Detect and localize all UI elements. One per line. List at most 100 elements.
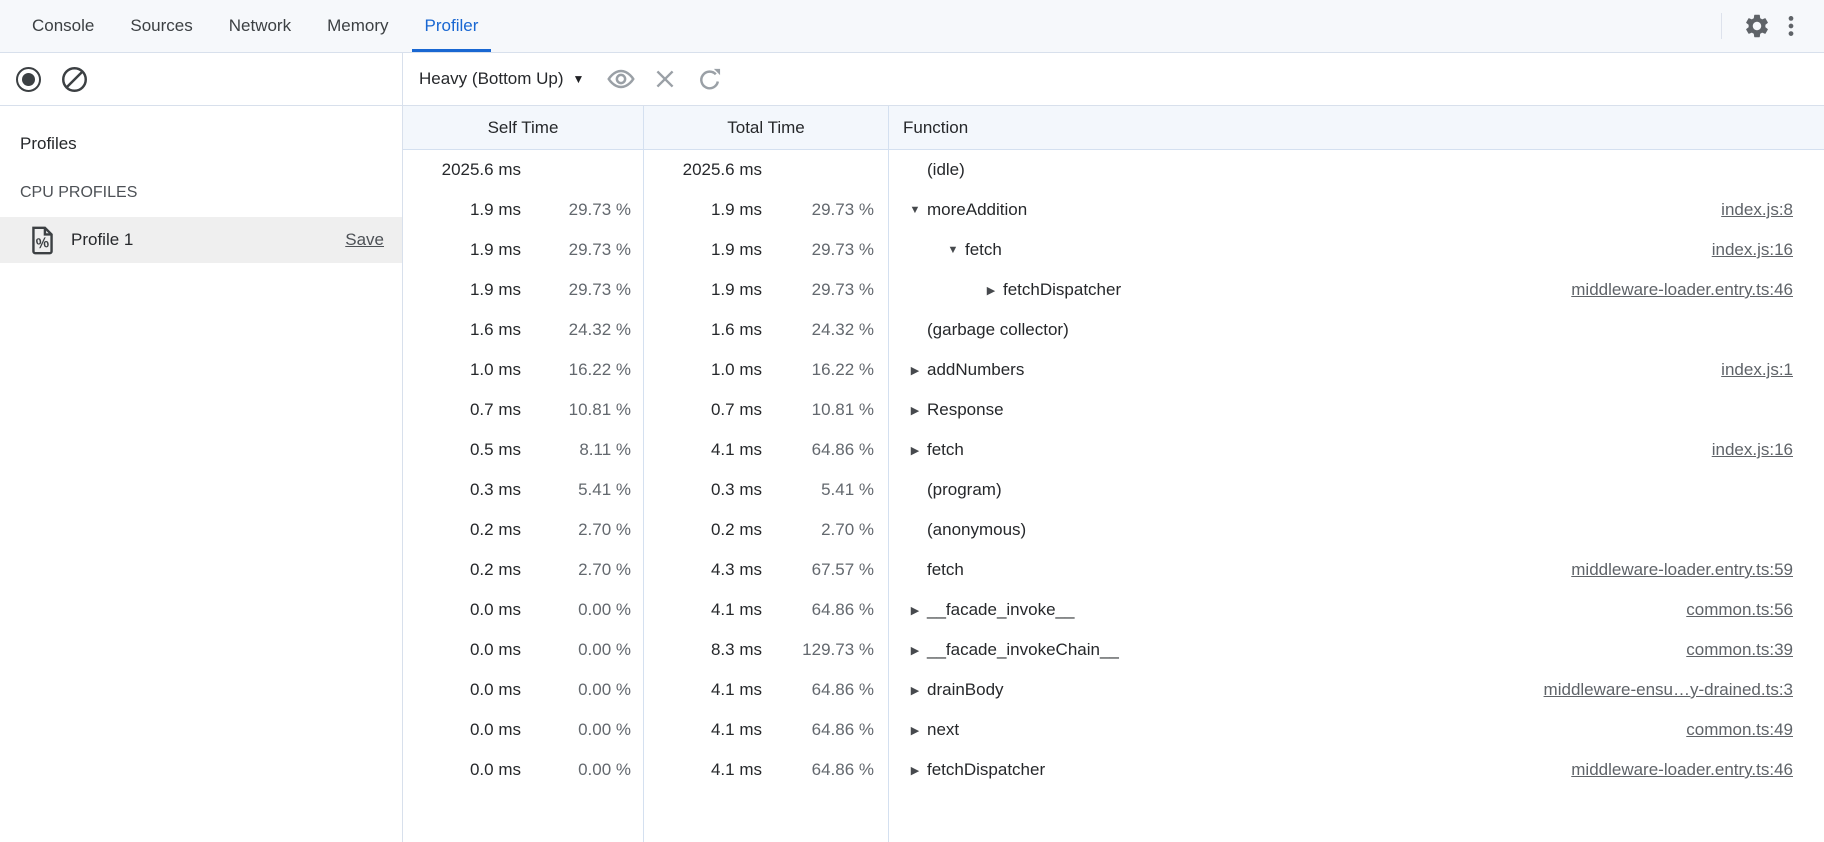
expand-arrow-icon[interactable]: ▶ — [903, 724, 927, 737]
function-cell: ▶ __facade_invoke__ common.ts:56 — [889, 590, 1824, 630]
settings-button[interactable] — [1740, 9, 1774, 43]
total-time-pct: 64.86 % — [762, 760, 888, 780]
self-time-ms: 1.9 ms — [403, 280, 521, 300]
table-row[interactable]: 0.0 ms 0.00 % 8.3 ms 129.73 % ▶ __facade… — [403, 630, 1824, 670]
self-time-cell: 0.7 ms 10.81 % — [403, 390, 644, 430]
table-row[interactable]: 0.2 ms 2.70 % 0.2 ms 2.70 % (anonymous) — [403, 510, 1824, 550]
tab-sources[interactable]: Sources — [112, 0, 210, 52]
clear-profiles-button[interactable] — [57, 62, 91, 96]
total-time-ms: 4.1 ms — [644, 760, 762, 780]
source-link[interactable]: common.ts:39 — [1666, 640, 1824, 660]
total-time-ms: 2025.6 ms — [644, 160, 762, 180]
column-header-self-time[interactable]: Self Time — [403, 106, 644, 149]
function-cell: ▶ Response — [889, 390, 1824, 430]
total-time-cell: 1.6 ms 24.32 % — [644, 310, 889, 350]
expand-arrow-icon[interactable]: ▶ — [903, 404, 927, 417]
tab-profiler[interactable]: Profiler — [407, 0, 497, 52]
restore-nodes-button[interactable] — [692, 62, 726, 96]
record-button[interactable] — [16, 67, 41, 92]
table-row[interactable]: 1.9 ms 29.73 % 1.9 ms 29.73 % ▼ fetch in… — [403, 230, 1824, 270]
expand-arrow-icon[interactable]: ▶ — [903, 644, 927, 657]
focus-selected-button[interactable] — [604, 62, 638, 96]
function-name: __facade_invoke__ — [927, 600, 1074, 620]
column-header-function[interactable]: Function — [889, 106, 1824, 149]
expand-arrow-icon[interactable]: ▶ — [903, 764, 927, 777]
profiles-sidebar: Profiles CPU PROFILES % Profile 1 Save — [0, 106, 403, 842]
table-row[interactable]: 0.0 ms 0.00 % 4.1 ms 64.86 % ▶ next comm… — [403, 710, 1824, 750]
sidebar-item-profile-1[interactable]: % Profile 1 Save — [0, 217, 402, 263]
source-link[interactable]: index.js:8 — [1701, 200, 1824, 220]
table-row[interactable]: 0.2 ms 2.70 % 4.3 ms 67.57 % fetch middl… — [403, 550, 1824, 590]
filler-cell — [403, 790, 644, 842]
self-time-cell: 0.2 ms 2.70 % — [403, 510, 644, 550]
self-time-ms: 0.0 ms — [403, 720, 521, 740]
filler-cell — [889, 790, 1824, 842]
expand-arrow-icon[interactable]: ▶ — [903, 604, 927, 617]
expand-arrow-icon[interactable]: ▶ — [979, 284, 1003, 297]
source-link[interactable]: middleware-ensu…y-drained.ts:3 — [1524, 680, 1824, 700]
source-link[interactable]: common.ts:56 — [1666, 600, 1824, 620]
self-time-ms: 1.9 ms — [403, 240, 521, 260]
table-row[interactable]: 1.9 ms 29.73 % 1.9 ms 29.73 % ▼ moreAddi… — [403, 190, 1824, 230]
expand-arrow-icon[interactable]: ▶ — [903, 444, 927, 457]
self-time-pct: 16.22 % — [521, 360, 643, 380]
table-row[interactable]: 0.7 ms 10.81 % 0.7 ms 10.81 % ▶ Response — [403, 390, 1824, 430]
table-row[interactable]: 0.3 ms 5.41 % 0.3 ms 5.41 % (program) — [403, 470, 1824, 510]
table-row[interactable]: 0.0 ms 0.00 % 4.1 ms 64.86 % ▶ drainBody… — [403, 670, 1824, 710]
tab-console[interactable]: Console — [14, 0, 112, 52]
self-time-cell: 2025.6 ms — [403, 150, 644, 190]
self-time-pct: 0.00 % — [521, 640, 643, 660]
close-icon — [652, 66, 678, 92]
source-link[interactable]: common.ts:49 — [1666, 720, 1824, 740]
self-time-ms: 0.5 ms — [403, 440, 521, 460]
function-name: drainBody — [927, 680, 1004, 700]
self-time-cell: 1.0 ms 16.22 % — [403, 350, 644, 390]
more-options-button[interactable] — [1774, 9, 1808, 43]
source-link[interactable]: index.js:16 — [1692, 440, 1824, 460]
self-time-pct: 0.00 % — [521, 680, 643, 700]
table-row[interactable]: 0.5 ms 8.11 % 4.1 ms 64.86 % ▶ fetch ind… — [403, 430, 1824, 470]
column-header-total-time[interactable]: Total Time — [644, 106, 889, 149]
collapse-arrow-icon[interactable]: ▼ — [941, 244, 965, 256]
view-mode-dropdown[interactable]: Heavy (Bottom Up) ▼ — [419, 69, 594, 89]
source-link[interactable]: index.js:16 — [1692, 240, 1824, 260]
profile-document-icon: % — [30, 226, 55, 255]
table-row[interactable]: 0.0 ms 0.00 % 4.1 ms 64.86 % ▶ __facade_… — [403, 590, 1824, 630]
table-row[interactable]: 2025.6 ms 2025.6 ms (idle) — [403, 150, 1824, 190]
expand-arrow-icon[interactable]: ▶ — [903, 684, 927, 697]
source-link[interactable]: middleware-loader.entry.ts:46 — [1551, 760, 1824, 780]
table-row[interactable]: 1.9 ms 29.73 % 1.9 ms 29.73 % ▶ fetchDis… — [403, 270, 1824, 310]
self-time-cell: 1.6 ms 24.32 % — [403, 310, 644, 350]
function-name: (garbage collector) — [927, 320, 1069, 340]
function-name: fetch — [927, 560, 964, 580]
kebab-menu-icon — [1778, 13, 1804, 39]
self-time-ms: 0.3 ms — [403, 480, 521, 500]
self-time-ms: 1.6 ms — [403, 320, 521, 340]
total-time-pct: 24.32 % — [762, 320, 888, 340]
function-name: Response — [927, 400, 1004, 420]
self-time-pct: 0.00 % — [521, 600, 643, 620]
total-time-ms: 4.1 ms — [644, 600, 762, 620]
source-link[interactable]: middleware-loader.entry.ts:46 — [1551, 280, 1824, 300]
self-time-cell: 0.0 ms 0.00 % — [403, 630, 644, 670]
tab-network[interactable]: Network — [211, 0, 309, 52]
function-name: fetch — [965, 240, 1002, 260]
table-row[interactable]: 1.6 ms 24.32 % 1.6 ms 24.32 % (garbage c… — [403, 310, 1824, 350]
source-link[interactable]: middleware-loader.entry.ts:59 — [1551, 560, 1824, 580]
expand-arrow-icon[interactable]: ▶ — [903, 364, 927, 377]
collapse-arrow-icon[interactable]: ▼ — [903, 204, 927, 216]
total-time-cell: 1.9 ms 29.73 % — [644, 230, 889, 270]
filler-cell — [644, 790, 889, 842]
total-time-ms: 4.1 ms — [644, 720, 762, 740]
table-row[interactable]: 0.0 ms 0.00 % 4.1 ms 64.86 % ▶ fetchDisp… — [403, 750, 1824, 790]
tab-memory[interactable]: Memory — [309, 0, 406, 52]
total-time-cell: 4.1 ms 64.86 % — [644, 670, 889, 710]
source-link[interactable]: index.js:1 — [1701, 360, 1824, 380]
self-time-cell: 0.5 ms 8.11 % — [403, 430, 644, 470]
total-time-cell: 4.3 ms 67.57 % — [644, 550, 889, 590]
function-name: (idle) — [927, 160, 965, 180]
table-row[interactable]: 1.0 ms 16.22 % 1.0 ms 16.22 % ▶ addNumbe… — [403, 350, 1824, 390]
save-profile-link[interactable]: Save — [345, 230, 384, 250]
panel-tabs: Console Sources Network Memory Profiler — [0, 0, 496, 52]
exclude-selected-button[interactable] — [648, 62, 682, 96]
